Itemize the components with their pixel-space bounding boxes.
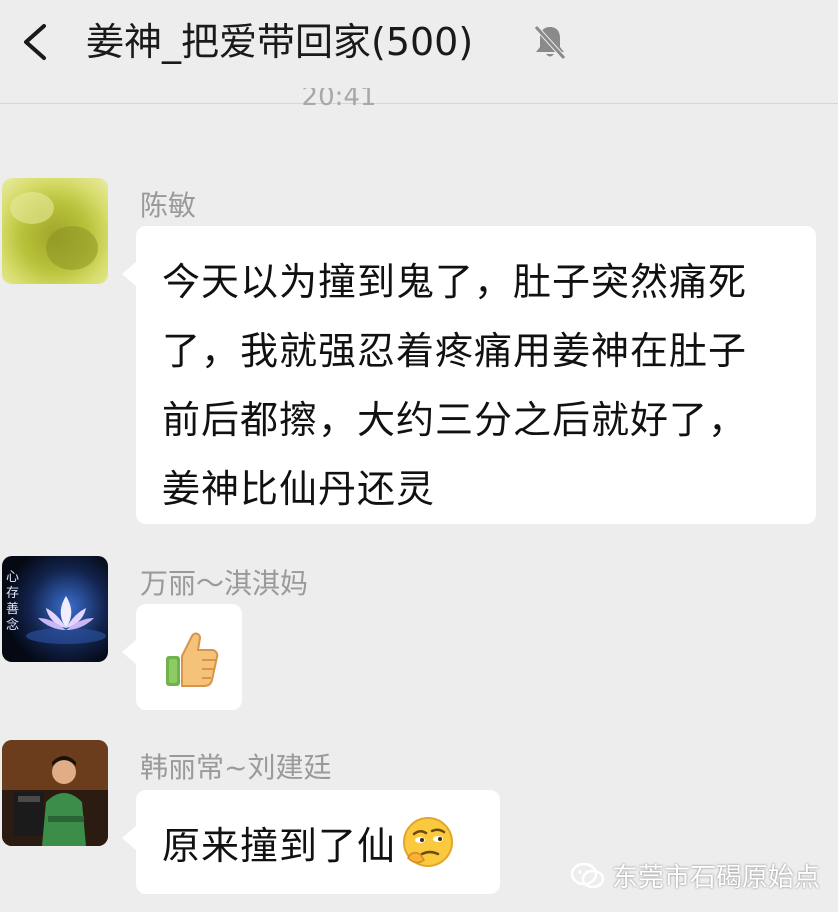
message-line: 前后都擦，大约三分之后就好了， [162,398,748,442]
thumbs-up-icon [166,632,219,687]
message-bubble[interactable]: 原来撞到了仙 [122,790,500,894]
chat-title[interactable]: 姜神_把爱带回家(500) [86,14,473,70]
wechat-official-icon [570,862,605,888]
message-bubble[interactable]: 今天以为撞到鬼了，肚子突然痛死 了，我就强忍着疼痛用姜神在肚子 前后都擦，大约三… [122,226,816,524]
message-text: 原来撞到了仙 [162,823,397,868]
avatar-wan-li[interactable]: 心存善念 [2,556,108,662]
avatar-han-li-chang[interactable] [2,740,108,846]
message-content: 原来撞到了仙 [136,790,500,894]
avatar-chen-min[interactable] [2,178,108,284]
sender-name: 陈敏 [140,189,197,222]
green-blur-avatar [2,178,108,284]
watermark: 东莞市石碣原始点 [570,857,820,894]
message-timestamp: 20:41 [301,88,377,112]
message-line: 了，我就强忍着疼痛用姜神在肚子 [162,329,748,373]
bell-muted-icon [530,22,570,62]
sender-name: 韩丽常~刘建廷 [140,751,332,784]
avatar-caption: 心存善念 [6,570,20,633]
back-button[interactable] [14,20,58,64]
chevron-left-icon [24,24,46,60]
sender-name: 万丽～淇淇妈 [140,567,309,600]
message-line: 姜神比仙丹还灵 [162,467,436,511]
message-text: 今天以为撞到鬼了，肚子突然痛死 了，我就强忍着疼痛用姜神在肚子 前后都擦，大约三… [136,226,816,544]
man-photo-avatar [2,740,108,846]
thinking-face-emoji [403,817,454,867]
watermark-text: 东莞市石碣原始点 [611,863,820,893]
sticker-bubble[interactable] [122,604,242,710]
message-line: 今天以为撞到鬼了，肚子突然痛死 [162,260,748,304]
